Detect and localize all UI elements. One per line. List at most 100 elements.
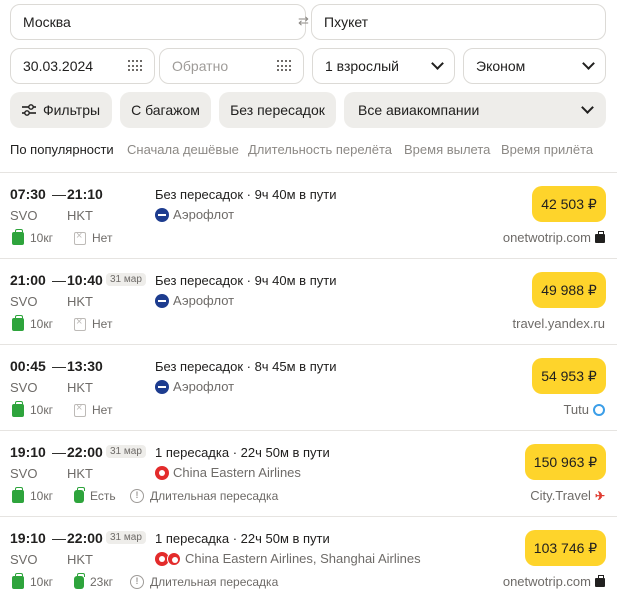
departure-airport: SVO: [10, 208, 38, 223]
price-value: 49 988 ₽: [541, 281, 597, 298]
to-field[interactable]: Пхукет: [311, 4, 606, 40]
departure-time: 00:45: [10, 358, 46, 374]
departure-airport: SVO: [10, 466, 38, 481]
calendar-icon: [277, 60, 291, 72]
agent[interactable]: travel.yandex.ru: [513, 316, 606, 331]
departure-time: 21:00: [10, 272, 46, 288]
date-value: 30.03.2024: [23, 58, 94, 74]
arrival-time: 22:00: [67, 530, 103, 546]
arrival-time: 13:30: [67, 358, 103, 374]
airline-name: Аэрофлот: [173, 207, 235, 222]
swap-icon[interactable]: ⇄: [298, 14, 312, 28]
price-button[interactable]: 150 963 ₽: [525, 444, 606, 480]
hand-luggage: 10кг: [12, 572, 53, 589]
chevron-down-icon: [582, 57, 595, 70]
agent-name: travel.yandex.ru: [512, 316, 606, 331]
baggage-filter-button[interactable]: С багажом: [120, 92, 211, 128]
next-day-badge: 31 мар: [106, 445, 146, 458]
departure-time: 07:30: [10, 186, 46, 202]
from-value: Москва: [23, 14, 71, 30]
next-day-badge: 31 мар: [106, 531, 146, 544]
airline-logo-icon: [167, 551, 181, 566]
agent[interactable]: onetwotrip.com: [503, 230, 605, 245]
checked-baggage-value: Есть: [90, 489, 116, 503]
warning-icon: !: [130, 575, 144, 589]
return-date-field[interactable]: Обратно: [159, 48, 304, 84]
airlines-filter-select[interactable]: Все авиакомпании: [344, 92, 606, 128]
airline-name: Аэрофлот: [173, 379, 235, 394]
agent-name: City.Travel: [530, 488, 591, 503]
agent[interactable]: City.Travel ✈: [530, 488, 605, 503]
arrival-airport: HKT: [67, 380, 93, 395]
price-button[interactable]: 103 746 ₽: [525, 530, 606, 566]
sort-arrival-tab[interactable]: Время прилёта: [501, 142, 593, 157]
checked-baggage-value: 23кг: [90, 575, 113, 589]
hand-luggage-value: 10кг: [30, 231, 53, 245]
checked-baggage: Нет: [74, 230, 113, 245]
price-button[interactable]: 49 988 ₽: [532, 272, 606, 308]
price-value: 54 953 ₽: [541, 367, 597, 384]
arrival-airport: HKT: [67, 208, 93, 223]
checked-baggage-value: Нет: [92, 231, 113, 245]
price-value: 42 503 ₽: [541, 195, 597, 212]
time-separator: —: [52, 358, 66, 374]
hand-luggage-icon: [12, 314, 24, 331]
price-button[interactable]: 54 953 ₽: [532, 358, 606, 394]
checked-baggage: Есть: [74, 486, 116, 503]
nonstop-filter-label: Без пересадок: [230, 102, 325, 118]
time-separator: —: [52, 272, 66, 288]
flight-card[interactable]: 21:00 —10:40 31 мар SVO HKT Без пересадок · 9…: [0, 258, 617, 344]
to-value: Пхукет: [324, 14, 369, 30]
layover-note-text: Длительная пересадка: [150, 575, 279, 589]
arrival-airport: HKT: [67, 552, 93, 567]
sort-departure-tab[interactable]: Время вылета: [404, 142, 490, 157]
agent[interactable]: onetwotrip.com: [503, 574, 605, 589]
class-select[interactable]: Эконом: [463, 48, 606, 84]
price-button[interactable]: 42 503 ₽: [532, 186, 606, 222]
agent-logo-icon: [593, 403, 605, 416]
price-value: 103 746 ₽: [533, 539, 598, 556]
sort-popular-tab[interactable]: По популярности: [10, 142, 114, 157]
time-separator: —: [52, 444, 66, 460]
suitcase-icon: [74, 486, 85, 503]
filters-button[interactable]: Фильтры: [10, 92, 112, 128]
flight-info: 1 пересадка · 22ч 50м в пути: [155, 445, 330, 460]
flight-card[interactable]: 19:10 —22:00 31 мар SVO HKT 1 пересадка · 22ч…: [0, 516, 617, 598]
class-value: Эконом: [476, 58, 526, 74]
passengers-value: 1 взрослый: [325, 58, 399, 74]
hand-luggage: 10кг: [12, 314, 53, 331]
flight-info: Без пересадок · 8ч 45м в пути: [155, 359, 337, 374]
airline: China Eastern Airlines, Shanghai Airline…: [155, 551, 421, 566]
sort-duration-tab[interactable]: Длительность перелёта: [248, 142, 392, 157]
flight-card[interactable]: 00:45 —13:30 SVO HKT Без пересадок · 8ч 45м …: [0, 344, 617, 430]
airline-logo-icon: [155, 379, 169, 394]
suitcase-icon: [74, 230, 86, 245]
nonstop-filter-button[interactable]: Без пересадок: [219, 92, 336, 128]
hand-luggage: 10кг: [12, 486, 53, 503]
departure-airport: SVO: [10, 294, 38, 309]
hand-luggage-icon: [12, 572, 24, 589]
flight-card[interactable]: 07:30 —21:10 SVO HKT Без пересадок · 9ч 40м …: [0, 172, 617, 258]
sort-cheapest-tab[interactable]: Сначала дешёвые: [127, 142, 239, 157]
airline: Аэрофлот: [155, 207, 234, 222]
from-field[interactable]: Москва: [10, 4, 306, 40]
hand-luggage-value: 10кг: [30, 317, 53, 331]
long-layover-note: ! Длительная пересадка: [130, 575, 278, 589]
airline-name: Аэрофлот: [173, 293, 235, 308]
arrival-airport: HKT: [67, 466, 93, 481]
suitcase-icon: [74, 572, 85, 589]
passengers-select[interactable]: 1 взрослый: [312, 48, 455, 84]
airline: China Eastern Airlines: [155, 465, 301, 480]
checked-baggage-value: Нет: [92, 317, 113, 331]
flight-card[interactable]: 19:10 —22:00 31 мар SVO HKT 1 пересадка · 22ч…: [0, 430, 617, 516]
agent[interactable]: Tutu: [563, 402, 605, 417]
hand-luggage-value: 10кг: [30, 489, 53, 503]
flight-info: Без пересадок · 9ч 40м в пути: [155, 273, 337, 288]
date-field[interactable]: 30.03.2024: [10, 48, 155, 84]
departure-airport: SVO: [10, 380, 38, 395]
price-value: 150 963 ₽: [533, 453, 598, 470]
airline: Аэрофлот: [155, 293, 234, 308]
agent-logo-icon: [595, 575, 605, 587]
departure-time: 19:10: [10, 530, 46, 546]
suitcase-icon: [74, 402, 86, 417]
